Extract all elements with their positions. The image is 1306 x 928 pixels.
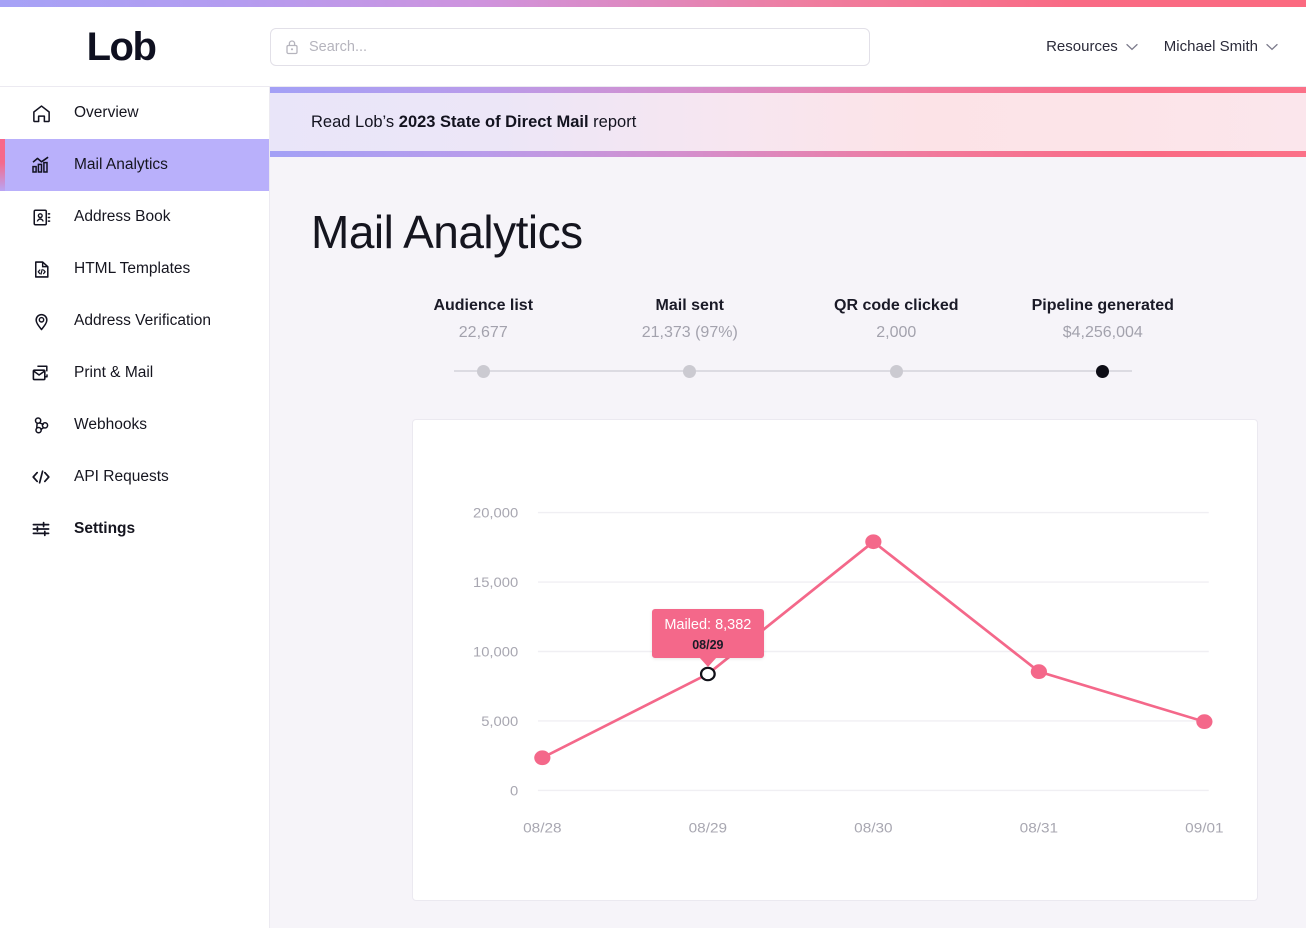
app-root: Lob Resources Michael Smith bbox=[0, 0, 1306, 928]
banner-text: Read Lob’s 2023 State of Direct Mail rep… bbox=[270, 113, 636, 132]
map-pin-icon bbox=[29, 309, 53, 333]
metric-value: 22,677 bbox=[458, 324, 508, 341]
track-dot-pipeline-generated[interactable] bbox=[1096, 364, 1110, 378]
account-label: Michael Smith bbox=[1163, 38, 1258, 55]
home-icon bbox=[29, 101, 53, 125]
banner-prefix: Read Lob’s bbox=[311, 112, 399, 131]
svg-text:20,000: 20,000 bbox=[473, 505, 518, 520]
resources-menu[interactable]: Resources bbox=[1046, 38, 1138, 55]
metrics-row: Audience list 22,677 Mail sent 21,373 (9… bbox=[270, 297, 1306, 342]
svg-text:08/29: 08/29 bbox=[689, 821, 727, 836]
sidebar-item-address-book[interactable]: Address Book bbox=[0, 191, 269, 243]
logo-container[interactable]: Lob bbox=[0, 27, 270, 67]
sidebar-item-html-templates[interactable]: HTML Templates bbox=[0, 243, 269, 295]
metric-label: Mail sent bbox=[655, 297, 724, 314]
app-body: Overview Mail Analytics Address Book HTM… bbox=[0, 87, 1306, 928]
metric-label: QR code clicked bbox=[834, 297, 959, 314]
main-content: Read Lob’s 2023 State of Direct Mail rep… bbox=[270, 87, 1306, 928]
metric-value: $4,256,004 bbox=[1062, 324, 1143, 341]
metric-pipeline-generated[interactable]: Pipeline generated $4,256,004 bbox=[1000, 297, 1207, 342]
metric-mail-sent[interactable]: Mail sent 21,373 (97%) bbox=[587, 297, 794, 342]
sidebar-item-api-requests[interactable]: API Requests bbox=[0, 451, 269, 503]
sidebar-item-webhooks[interactable]: Webhooks bbox=[0, 399, 269, 451]
banner-gradient-top bbox=[270, 87, 1306, 93]
metric-value: 2,000 bbox=[876, 324, 917, 341]
metric-qr-code-clicked[interactable]: QR code clicked 2,000 bbox=[793, 297, 1000, 342]
sidebar-item-mail-analytics[interactable]: Mail Analytics bbox=[0, 139, 269, 191]
sidebar-item-settings[interactable]: Settings bbox=[0, 503, 269, 555]
metric-value: 21,373 (97%) bbox=[641, 324, 738, 341]
sidebar-item-label: API Requests bbox=[74, 468, 169, 485]
chart-card: 0 5,000 10,000 15,000 20,000 08/28 08/29 08/30 0… bbox=[412, 419, 1258, 901]
svg-text:08/31: 08/31 bbox=[1020, 821, 1058, 836]
account-menu[interactable]: Michael Smith bbox=[1164, 38, 1278, 55]
promo-banner[interactable]: Read Lob’s 2023 State of Direct Mail rep… bbox=[270, 87, 1306, 157]
sidebar-nav: Overview Mail Analytics Address Book HTM… bbox=[0, 87, 270, 928]
bar-chart-icon bbox=[29, 153, 53, 177]
metric-label: Pipeline generated bbox=[1031, 297, 1174, 314]
search-input[interactable] bbox=[309, 38, 855, 55]
chevron-down-icon bbox=[1266, 43, 1278, 51]
chevron-down-icon bbox=[1126, 43, 1138, 51]
svg-text:0: 0 bbox=[510, 783, 518, 798]
track-dot-mail-sent[interactable] bbox=[683, 364, 697, 378]
search-bar[interactable] bbox=[270, 27, 870, 66]
code-brackets-icon bbox=[29, 465, 53, 489]
svg-text:10,000: 10,000 bbox=[473, 644, 518, 659]
svg-text:09/01: 09/01 bbox=[1185, 821, 1223, 836]
chart-tooltip: Mailed: 8,382 08/29 bbox=[651, 608, 764, 659]
lob-logo: Lob bbox=[86, 24, 157, 69]
sliders-icon bbox=[29, 517, 53, 541]
contact-card-icon bbox=[29, 205, 53, 229]
tooltip-date-label: 08/29 bbox=[692, 638, 724, 653]
banner-gradient-bottom bbox=[270, 151, 1306, 157]
webhook-icon bbox=[29, 413, 53, 437]
svg-text:08/28: 08/28 bbox=[523, 821, 561, 836]
app-header: Lob Resources Michael Smith bbox=[0, 7, 1306, 87]
printer-mail-icon bbox=[29, 361, 53, 385]
svg-text:15,000: 15,000 bbox=[473, 575, 518, 590]
track-dot-audience-list[interactable] bbox=[476, 364, 490, 378]
sidebar-item-label: Webhooks bbox=[74, 416, 147, 433]
metrics-progress-track bbox=[380, 364, 1206, 378]
sidebar-item-label: Address Book bbox=[74, 208, 171, 225]
metric-audience-list[interactable]: Audience list 22,677 bbox=[380, 297, 587, 342]
sidebar-item-label: Settings bbox=[74, 520, 136, 537]
sidebar-item-address-verification[interactable]: Address Verification bbox=[0, 295, 269, 347]
resources-label: Resources bbox=[1046, 38, 1118, 55]
metric-label: Audience list bbox=[433, 297, 534, 314]
banner-strong: 2023 State of Direct Mail bbox=[398, 112, 589, 131]
sidebar-item-label: Mail Analytics bbox=[74, 156, 168, 173]
top-gradient-bar bbox=[0, 0, 1306, 7]
track-dots bbox=[380, 364, 1206, 378]
line-chart[interactable]: 0 5,000 10,000 15,000 20,000 08/28 08/29 08/30 0… bbox=[413, 420, 1257, 900]
header-right-group: Resources Michael Smith bbox=[1046, 38, 1306, 55]
tooltip-value-label: Mailed: 8,382 bbox=[664, 616, 752, 633]
svg-text:08/30: 08/30 bbox=[854, 821, 892, 836]
sidebar-item-overview[interactable]: Overview bbox=[0, 87, 269, 139]
sidebar-item-label: Print & Mail bbox=[74, 364, 154, 381]
svg-text:5,000: 5,000 bbox=[481, 714, 518, 729]
banner-suffix: report bbox=[588, 112, 637, 131]
sidebar-item-print-mail[interactable]: Print & Mail bbox=[0, 347, 269, 399]
page-title: Mail Analytics bbox=[311, 206, 583, 258]
lock-icon bbox=[285, 39, 299, 55]
sidebar-item-label: Overview bbox=[74, 104, 139, 121]
sidebar-item-label: HTML Templates bbox=[74, 260, 191, 277]
code-file-icon bbox=[29, 257, 53, 281]
sidebar-item-label: Address Verification bbox=[74, 312, 211, 329]
track-dot-qr-code-clicked[interactable] bbox=[889, 364, 903, 378]
